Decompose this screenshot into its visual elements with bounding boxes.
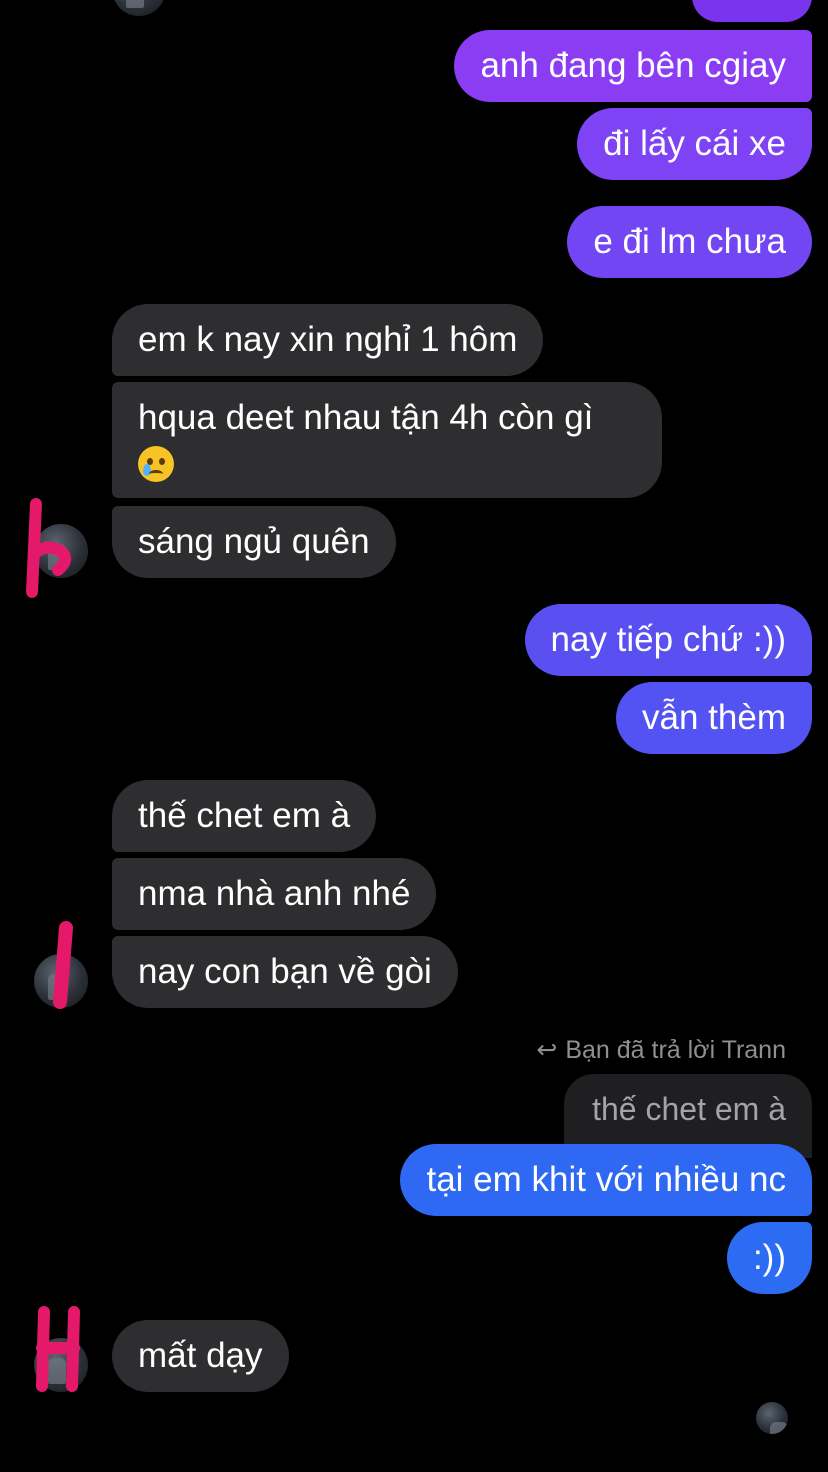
outgoing-message[interactable]: anh đang bên cgiay (454, 30, 812, 102)
incoming-message[interactable]: sáng ngủ quên (112, 506, 396, 578)
face-holding-back-tears-icon (138, 445, 174, 482)
redaction-scribble (53, 921, 73, 1009)
contact-avatar[interactable] (112, 0, 166, 16)
incoming-message[interactable]: hqua deet nhau tận 4h còn gì (112, 382, 662, 498)
outgoing-message[interactable]: :)) (726, 1222, 812, 1294)
redaction-scribble (36, 1306, 80, 1392)
outgoing-message[interactable]: e đi lm chưa (567, 206, 812, 278)
incoming-message[interactable]: mất dạy (112, 1320, 289, 1392)
reply-indicator: ↩ Bạn đã trả lời Trann (536, 1034, 786, 1066)
reply-arrow-icon: ↩ (536, 1036, 558, 1064)
seen-indicator-avatar (756, 1402, 788, 1434)
message-text: hqua deet nhau tận 4h còn gì (138, 398, 594, 437)
top-partial-bubble (692, 0, 812, 22)
incoming-message[interactable]: em k nay xin nghỉ 1 hôm (112, 304, 544, 376)
redaction-scribble (26, 498, 72, 598)
incoming-message[interactable]: thế chet em à (112, 780, 377, 852)
reply-label-text: Bạn đã trả lời Trann (565, 1036, 786, 1064)
outgoing-message[interactable]: nay tiếp chứ :)) (524, 604, 812, 676)
incoming-message[interactable]: nma nhà anh nhé (112, 858, 437, 930)
incoming-message[interactable]: nay con bạn về gòi (112, 936, 458, 1008)
outgoing-message[interactable]: đi lấy cái xe (577, 108, 812, 180)
outgoing-message[interactable]: tại em khit với nhiều nc (400, 1144, 812, 1216)
outgoing-message[interactable]: vẫn thèm (616, 682, 812, 754)
